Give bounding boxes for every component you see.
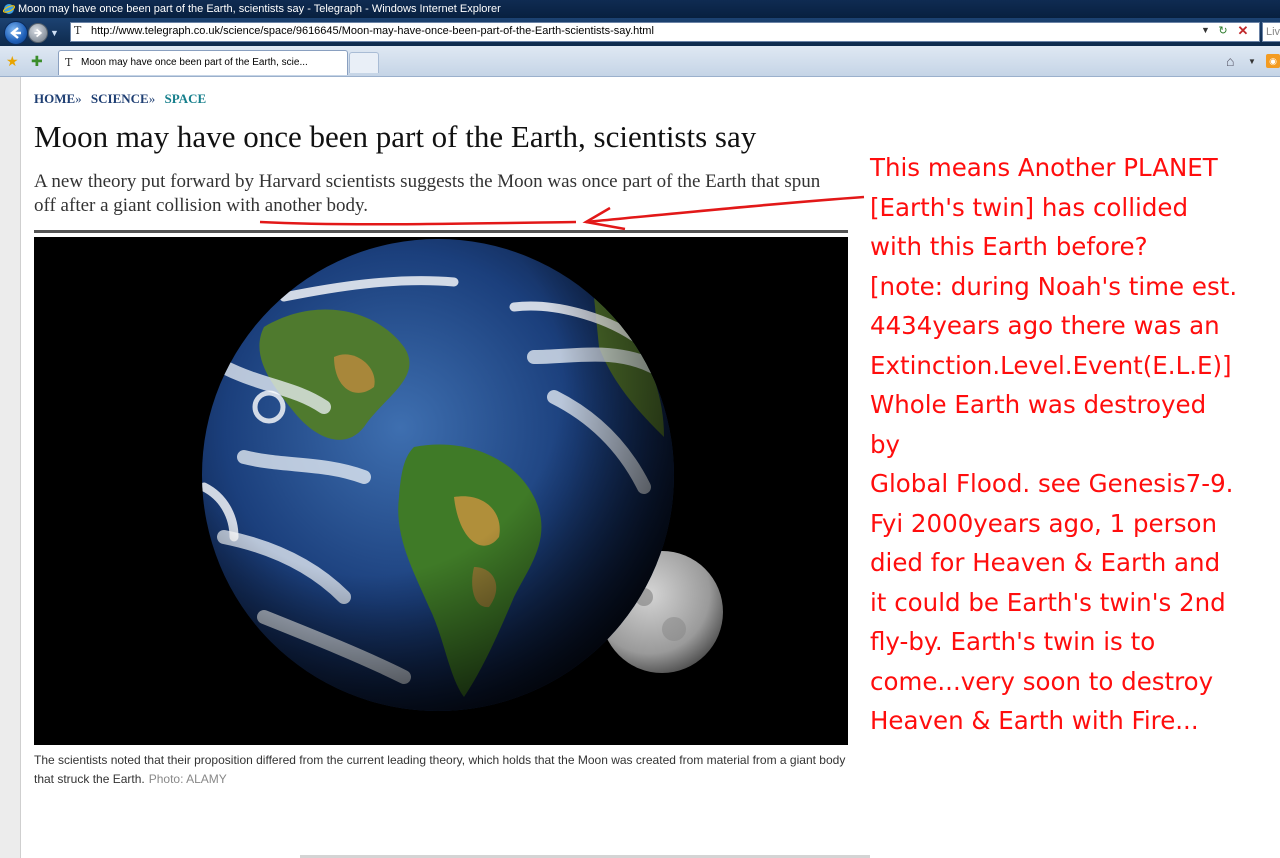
breadcrumb-space[interactable]: SPACE [164,91,206,106]
headline-divider [34,230,848,233]
breadcrumb-home[interactable]: HOME [34,91,75,106]
breadcrumb: HOME» SCIENCE» SPACE [34,91,206,107]
article-headline: Moon may have once been part of the Eart… [34,119,757,154]
favorites-star-icon[interactable]: ★ [6,53,19,70]
telegraph-favicon: T [74,24,82,37]
annotation-line: died for Heaven & Earth and [870,548,1221,577]
new-tab-button[interactable] [349,52,379,73]
annotation-line: Global Flood. see Genesis7-9. [870,469,1234,498]
forward-arrow-icon [34,28,43,38]
annotation-line: Heaven & Earth with Fire... [870,706,1199,735]
window-titlebar: Moon may have once been part of the Eart… [0,0,1280,18]
recent-pages-dropdown[interactable]: ▼ [50,28,59,38]
article-photo-earth-and-moon [34,237,848,745]
back-button[interactable] [4,21,28,45]
annotation-line: it could be Earth's twin's 2nd [870,587,1226,617]
address-bar[interactable]: T http://www.telegraph.co.uk/science/spa… [70,22,1260,42]
photo-credit: Photo: ALAMY [148,772,227,786]
annotation-line: This means Another PLANET [870,153,1218,182]
add-favorites-icon[interactable]: ✚ [31,53,43,70]
annotation-line: Extinction.Level.Event(E.L.E)] [870,350,1232,380]
address-toolbar: ▼ T http://www.telegraph.co.uk/science/s… [0,18,1280,46]
breadcrumb-separator: » [75,91,82,106]
ie-logo-icon [3,4,15,14]
back-arrow-icon [10,27,21,39]
earth-moon-illustration [202,239,723,711]
telegraph-favicon: T [65,56,73,69]
forward-button[interactable] [28,23,48,43]
handwritten-annotation: This means Another PLANET [Earth's twin]… [870,148,1278,741]
annotation-line: [note: during Noah's time est. [870,271,1238,301]
annotation-line: by [870,429,901,459]
breadcrumb-separator: » [148,91,156,106]
home-dropdown-icon[interactable]: ▼ [1248,57,1256,66]
tab-bar: ★ ✚ T Moon may have once been part of th… [0,46,1280,77]
rss-feed-icon[interactable]: ◉ [1266,54,1280,68]
live-search-input[interactable]: Liv [1262,22,1280,42]
annotation-line: fly-by. Earth's twin is to [870,627,1156,656]
url-text[interactable]: http://www.telegraph.co.uk/science/space… [91,25,654,37]
annotation-line: [Earth's twin] has collided [870,192,1189,222]
tab-label: Moon may have once been part of the Eart… [81,57,308,68]
annotation-line: come...very soon to destroy [870,666,1214,696]
photo-caption: The scientists noted that their proposit… [34,751,846,789]
annotation-line: with this Earth before? [870,232,1148,261]
annotation-line: Whole Earth was destroyed [870,390,1207,419]
home-icon[interactable]: ⌂ [1226,53,1234,69]
refresh-icon[interactable]: ↻ [1215,24,1231,38]
window-title: Moon may have once been part of the Eart… [18,3,501,15]
article-standfirst: A new theory put forward by Harvard scie… [34,171,821,216]
annotation-line: 4434years ago there was an [870,311,1220,340]
breadcrumb-science[interactable]: SCIENCE [91,91,149,106]
address-dropdown-icon[interactable]: ▼ [1201,25,1210,35]
stop-icon[interactable]: ✕ [1235,23,1251,39]
tab-telegraph-article[interactable]: T Moon may have once been part of the Ea… [58,50,348,75]
annotation-line: Fyi 2000years ago, 1 person [870,508,1217,538]
page-left-gutter [0,77,21,858]
